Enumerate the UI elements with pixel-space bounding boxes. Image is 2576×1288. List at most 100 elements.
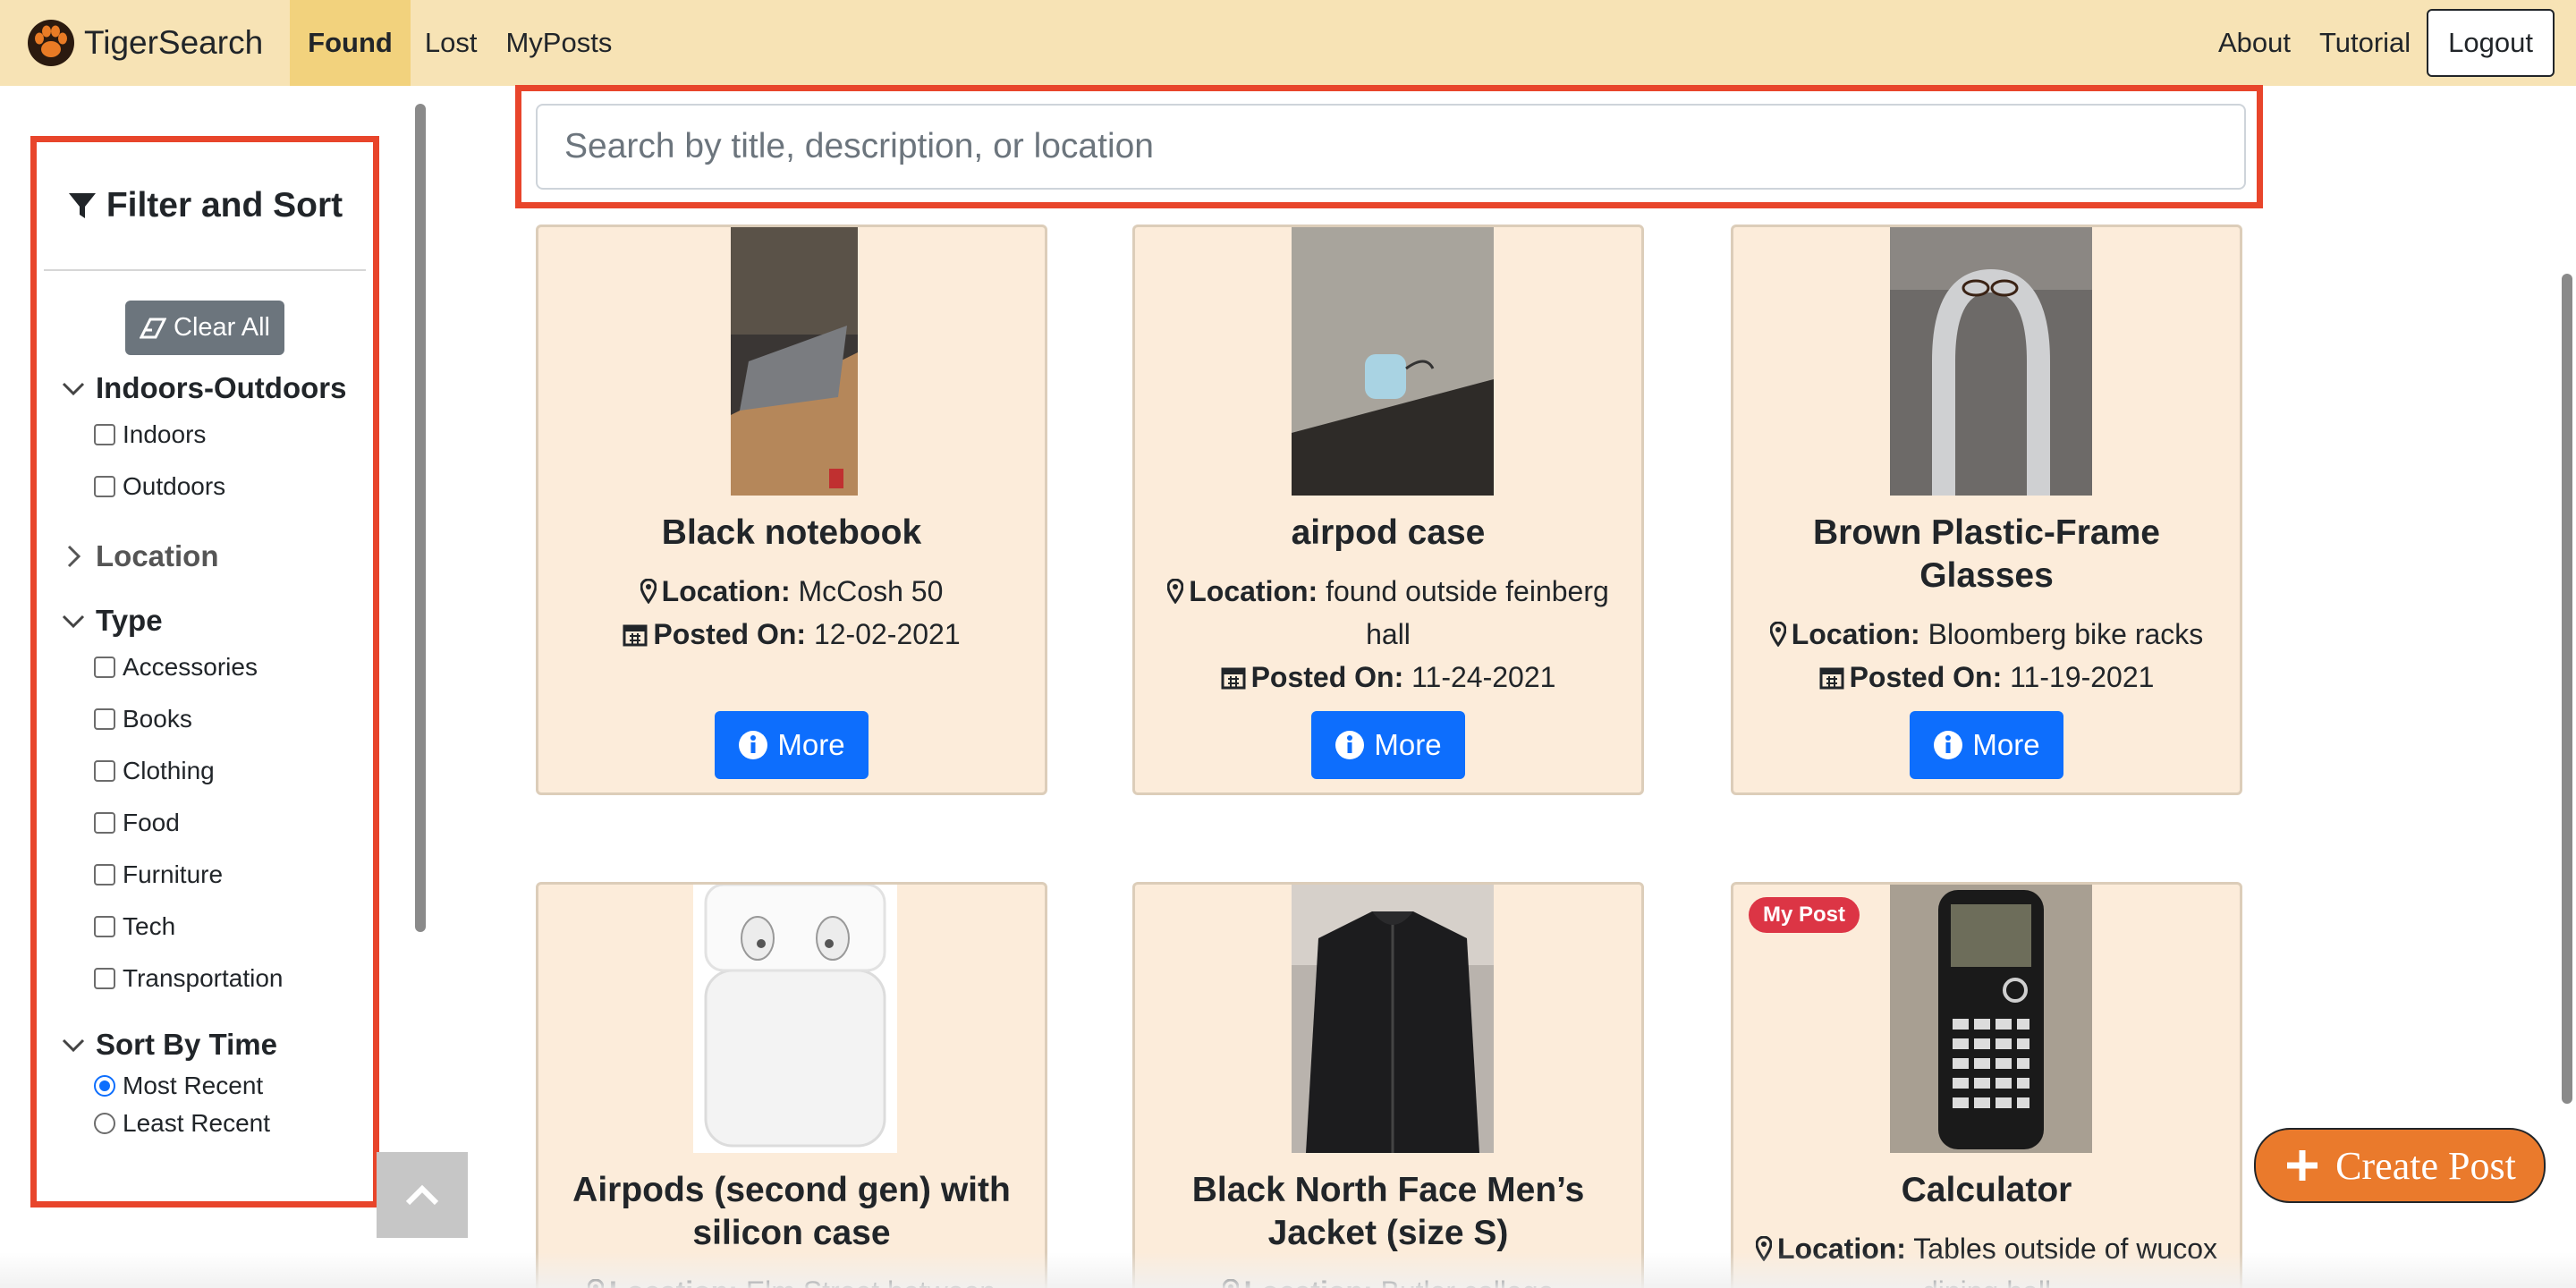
checkbox[interactable] — [94, 424, 115, 445]
location-label: Location: — [1776, 1233, 1906, 1265]
item-location: Location: McCosh 50 — [538, 570, 1045, 613]
section-label: Sort By Time — [96, 1028, 277, 1061]
clear-all-button[interactable]: Clear All — [125, 301, 284, 355]
item-card: Airpods (second gen) with silicon case L… — [536, 882, 1047, 1288]
brand-link[interactable]: TigerSearch — [27, 0, 263, 86]
item-title: Airpods (second gen) with — [572, 1171, 1011, 1209]
calendar-icon — [623, 624, 648, 647]
location-value: Butler college — [1380, 1275, 1554, 1288]
item-location-cont: hall — [1366, 618, 1411, 650]
checkbox[interactable] — [94, 968, 115, 989]
more-button[interactable]: More — [715, 711, 869, 779]
item-photo[interactable] — [731, 227, 858, 496]
item-card: Black North Face Men’s Jacket (size S) L… — [1132, 882, 1644, 1288]
checkbox-label: Transportation — [123, 964, 284, 992]
logout-button[interactable]: Logout — [2427, 9, 2555, 77]
location-label: Location: — [1189, 575, 1318, 607]
checkbox-label: Tech — [123, 912, 176, 940]
radio-button[interactable] — [94, 1113, 115, 1134]
item-photo[interactable] — [1292, 885, 1494, 1153]
more-button[interactable]: More — [1910, 711, 2063, 779]
radio-least-recent[interactable]: Least Recent — [94, 1105, 373, 1142]
checkbox-accessories[interactable]: Accessories — [94, 641, 373, 693]
section-type[interactable]: Type — [60, 604, 373, 638]
nav-about[interactable]: About — [2204, 0, 2305, 86]
nav-lost[interactable]: Lost — [411, 0, 492, 86]
location-value: Bloomberg bike racks — [1928, 618, 2204, 650]
checkbox[interactable] — [94, 476, 115, 497]
map-marker-icon — [640, 578, 657, 605]
jacket-photo — [1292, 885, 1494, 1153]
posted-value: 11-19-2021 — [2010, 661, 2155, 693]
page-scrollbar[interactable] — [2562, 274, 2572, 1104]
chevron-down-icon — [62, 1038, 85, 1053]
section-label: Location — [96, 539, 219, 572]
checkbox-label: Clothing — [123, 757, 215, 784]
scroll-to-top-button[interactable] — [377, 1152, 468, 1238]
item-title: Black notebook — [661, 513, 922, 552]
checkbox-clothing[interactable]: Clothing — [94, 745, 373, 797]
checkbox-tech[interactable]: Tech — [94, 901, 373, 953]
checkbox[interactable] — [94, 916, 115, 937]
posted-value: 12-02-2021 — [813, 618, 961, 650]
location-value: Tables outside of wucox — [1913, 1233, 2218, 1265]
item-photo[interactable] — [1292, 227, 1494, 496]
checkbox[interactable] — [94, 864, 115, 886]
section-label: Type — [96, 604, 163, 637]
chevron-down-icon — [62, 614, 85, 629]
section-indoors-outdoors[interactable]: Indoors-Outdoors — [60, 371, 373, 405]
map-marker-icon — [1769, 621, 1787, 648]
item-title-cont: Jacket (size S) — [1267, 1214, 1509, 1252]
radio-most-recent[interactable]: Most Recent — [94, 1067, 373, 1105]
checkbox-food[interactable]: Food — [94, 797, 373, 849]
item-card: My Post Calculator Location: Tables outs… — [1731, 882, 2242, 1288]
item-title: Black North Face Men’s — [1191, 1171, 1585, 1209]
section-location[interactable]: Location — [60, 539, 373, 573]
create-post-button[interactable]: Create Post — [2254, 1128, 2546, 1203]
item-title: Calculator — [1901, 1171, 2072, 1209]
item-photo[interactable] — [693, 885, 897, 1153]
map-marker-icon — [1755, 1235, 1773, 1262]
map-marker-icon — [1222, 1278, 1240, 1288]
nav-myposts[interactable]: MyPosts — [491, 0, 626, 86]
item-title-cont: Glasses — [1919, 556, 2054, 595]
item-photo[interactable] — [1890, 885, 2092, 1153]
search-input[interactable]: Search by title, description, or locatio… — [536, 104, 2246, 190]
item-card: Brown Plastic-Frame Glasses Location: Bl… — [1731, 225, 2242, 795]
radio-label: Least Recent — [123, 1109, 270, 1137]
info-circle-icon — [739, 731, 768, 759]
checkbox-indoors[interactable]: Indoors — [94, 409, 373, 461]
checkbox-books[interactable]: Books — [94, 693, 373, 745]
location-label: Location: — [1244, 1275, 1373, 1288]
radio-button[interactable] — [94, 1075, 115, 1097]
checkbox[interactable] — [94, 657, 115, 678]
more-button[interactable]: More — [1311, 711, 1465, 779]
checkbox[interactable] — [94, 708, 115, 730]
map-marker-icon — [1166, 578, 1184, 605]
item-location: Location: Butler college — [1135, 1270, 1641, 1288]
eraser-icon — [140, 318, 166, 338]
filter-icon — [68, 193, 96, 218]
item-posted: Posted On: 11-24-2021 — [1135, 656, 1641, 699]
item-card: Black notebook Location: McCosh 50 Poste… — [536, 225, 1047, 795]
chevron-up-icon — [405, 1184, 439, 1206]
checkbox[interactable] — [94, 760, 115, 782]
checkbox-furniture[interactable]: Furniture — [94, 849, 373, 901]
checkbox-outdoors[interactable]: Outdoors — [94, 461, 373, 513]
calendar-icon — [1819, 667, 1844, 690]
nav-found[interactable]: Found — [290, 0, 411, 86]
checkbox[interactable] — [94, 812, 115, 834]
location-label: Location: — [661, 575, 791, 607]
item-posted: Posted On: 11-19-2021 — [1733, 656, 2240, 699]
checkbox-label: Accessories — [123, 653, 258, 681]
checkbox-label: Food — [123, 809, 180, 836]
nav-tutorial[interactable]: Tutorial — [2305, 0, 2425, 86]
sidebar-scrollbar[interactable] — [415, 104, 426, 932]
item-photo[interactable] — [1890, 227, 2092, 496]
checkbox-label: Books — [123, 705, 192, 733]
posted-label: Posted On: — [653, 618, 807, 650]
section-sort[interactable]: Sort By Time — [60, 1028, 373, 1062]
item-title: airpod case — [1291, 513, 1486, 552]
checkbox-transportation[interactable]: Transportation — [94, 953, 373, 1004]
item-location: Location: Tables outside of wucox — [1733, 1227, 2240, 1270]
